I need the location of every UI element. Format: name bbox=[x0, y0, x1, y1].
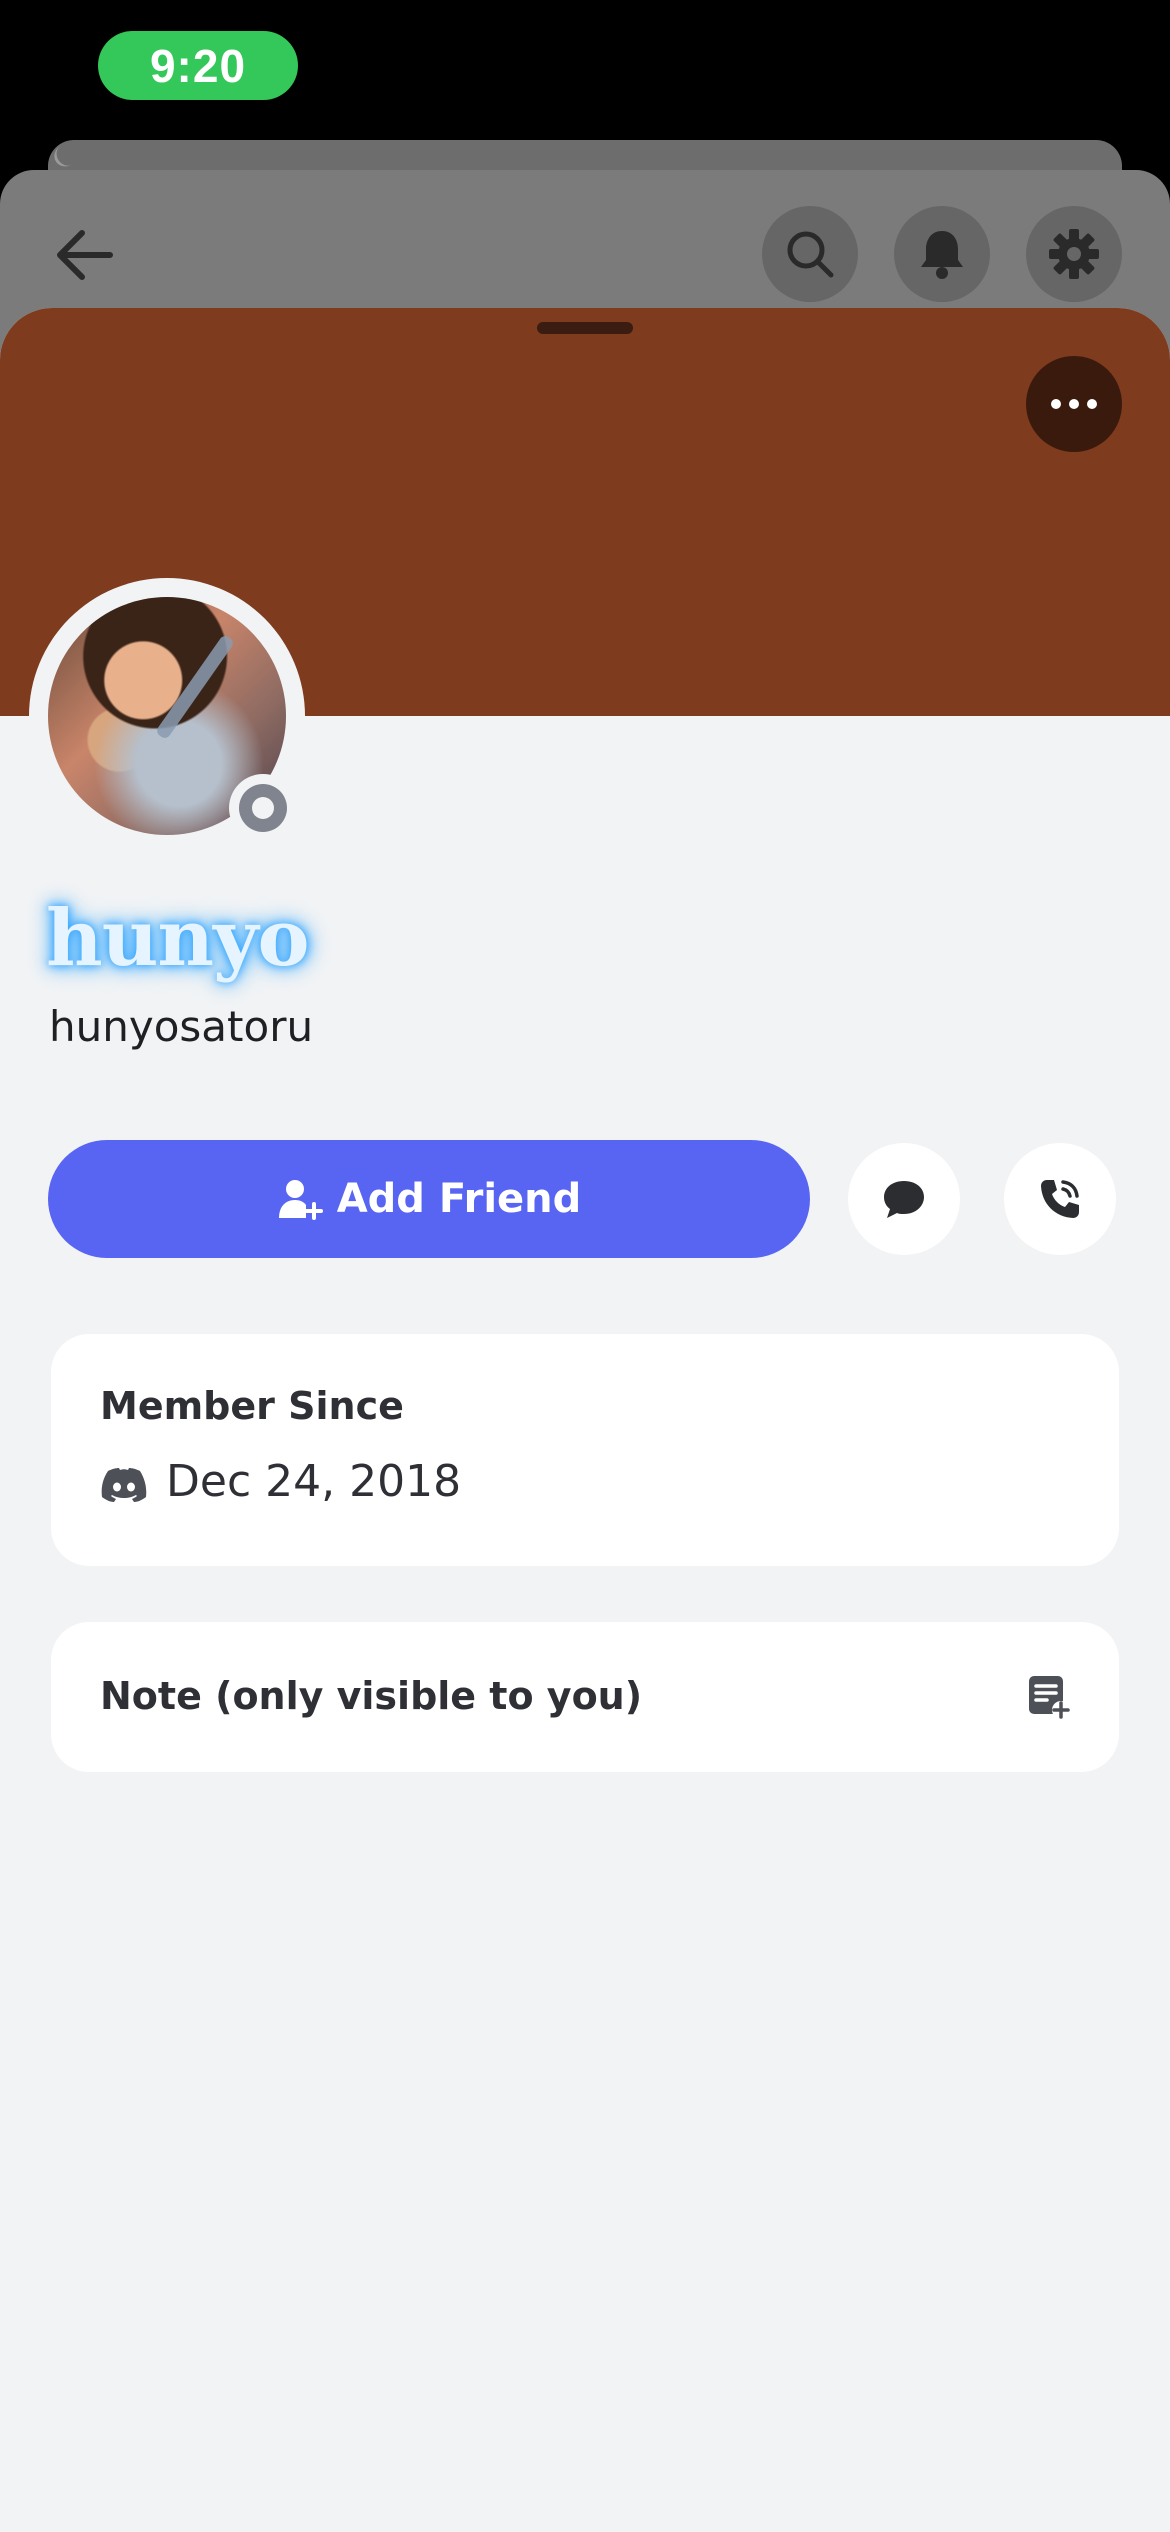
add-friend-label: Add Friend bbox=[336, 1176, 582, 1222]
note-label: Note (only visible to you) bbox=[100, 1674, 643, 1718]
search-button[interactable] bbox=[762, 206, 858, 302]
settings-button[interactable] bbox=[1026, 206, 1122, 302]
search-icon bbox=[787, 231, 834, 278]
discord-icon bbox=[101, 1468, 147, 1502]
display-name: hunyo bbox=[46, 893, 309, 984]
member-since-title: Member Since bbox=[100, 1384, 404, 1428]
add-friend-button[interactable]: Add Friend bbox=[48, 1140, 810, 1258]
bell-icon bbox=[921, 231, 963, 279]
profile-sheet: hunyo hunyosatoru Add Friend Member Sinc… bbox=[0, 308, 1170, 2532]
note-card[interactable]: Note (only visible to you) bbox=[51, 1622, 1119, 1772]
call-button[interactable] bbox=[1004, 1143, 1116, 1255]
add-friend-icon bbox=[278, 1180, 323, 1220]
sheet-grabber[interactable] bbox=[537, 322, 633, 334]
back-arrow-icon[interactable] bbox=[50, 220, 120, 290]
status-indicator bbox=[229, 774, 297, 842]
more-options-button[interactable] bbox=[1026, 356, 1122, 452]
phone-call-icon bbox=[1041, 1180, 1079, 1218]
member-since-card: Member Since Dec 24, 2018 bbox=[51, 1334, 1119, 1566]
username: hunyosatoru bbox=[49, 1002, 314, 1051]
chat-bubble-icon bbox=[884, 1181, 924, 1218]
notifications-button[interactable] bbox=[894, 206, 990, 302]
gear-icon bbox=[1049, 229, 1099, 279]
member-since-date: Dec 24, 2018 bbox=[166, 1456, 462, 1507]
add-note-icon bbox=[1029, 1676, 1070, 1719]
message-button[interactable] bbox=[848, 1143, 960, 1255]
more-icon bbox=[1051, 399, 1061, 409]
status-bar: 9:20 bbox=[0, 0, 1170, 140]
status-time: 9:20 bbox=[98, 31, 298, 100]
